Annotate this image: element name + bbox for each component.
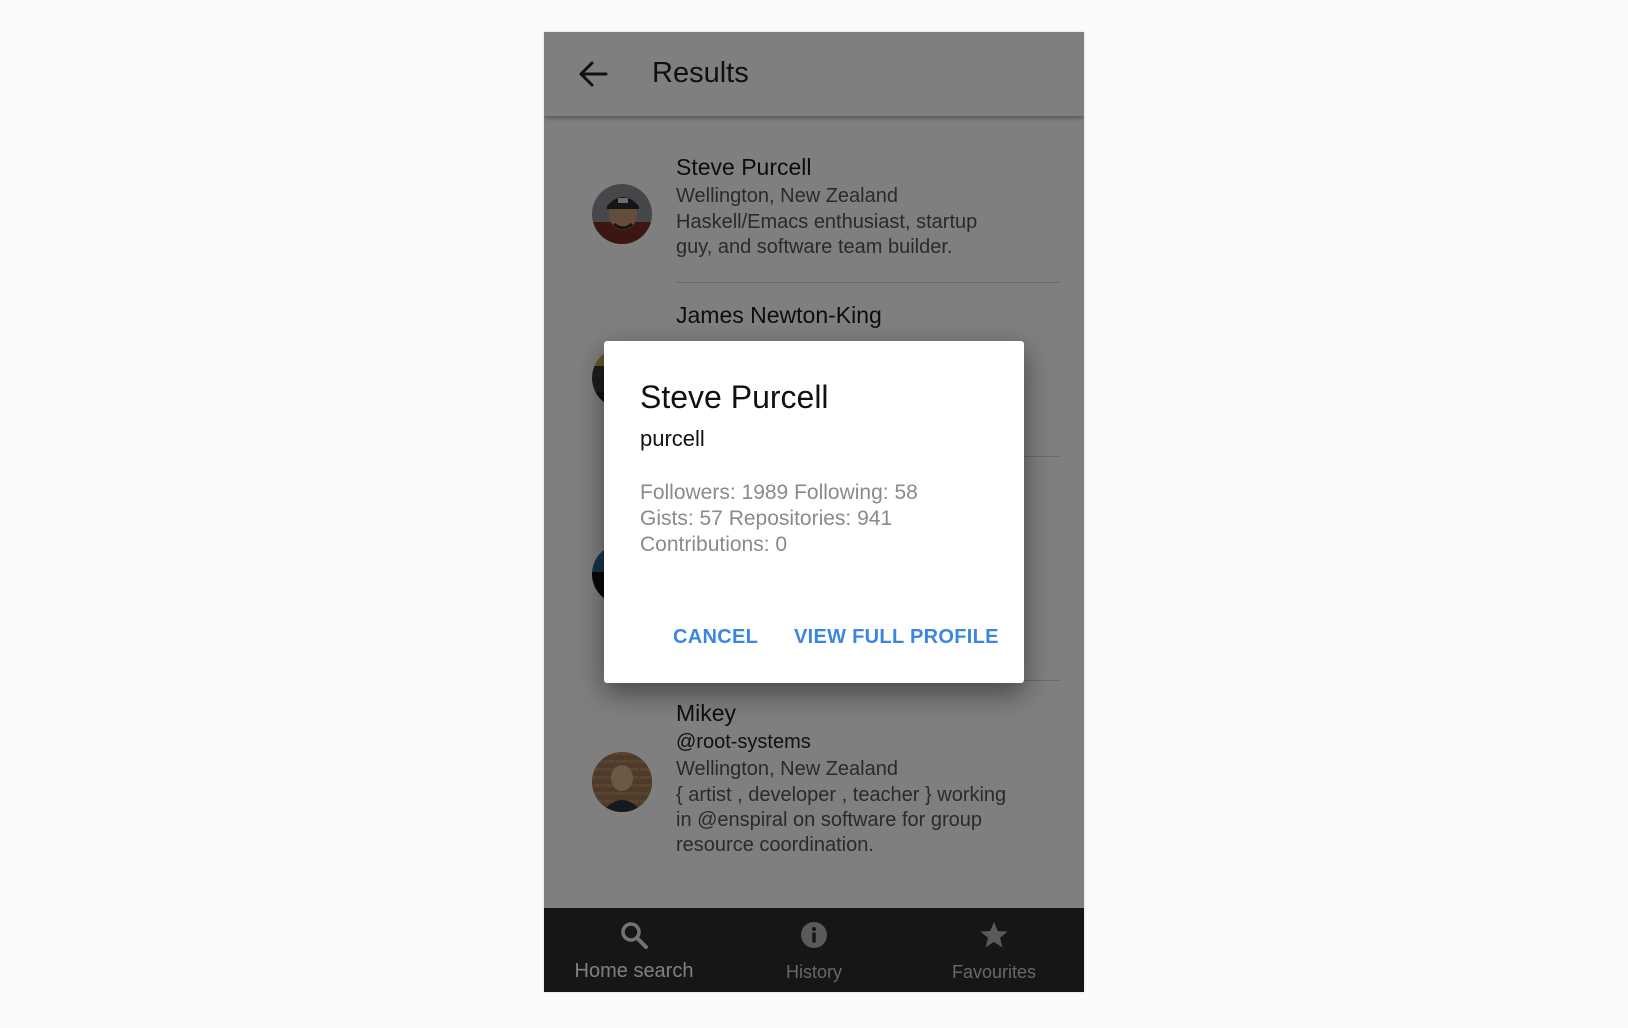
cancel-button[interactable]: CANCEL	[673, 626, 758, 649]
dialog-title: Steve Purcell	[640, 379, 829, 415]
dialog-login: purcell	[640, 426, 705, 451]
dialog-stats-contributions: Contributions: 0	[640, 533, 788, 556]
dialog-stats-followers: Followers: 1989 Following: 58	[640, 481, 918, 504]
profile-dialog: Steve Purcell purcell Followers: 1989 Fo…	[604, 341, 1024, 683]
dialog-stats-gists: Gists: 57 Repositories: 941	[640, 507, 893, 530]
view-full-profile-button[interactable]: VIEW FULL PROFILE	[794, 626, 999, 649]
